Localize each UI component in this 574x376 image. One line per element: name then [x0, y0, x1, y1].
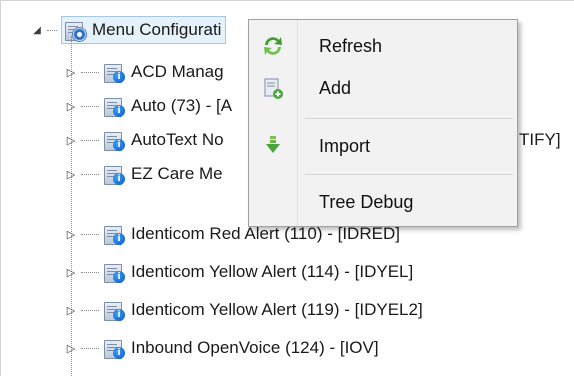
tree-connector — [81, 105, 99, 107]
tree-item-label-tail-text: TIFY] — [519, 130, 561, 149]
refresh-icon — [249, 34, 297, 58]
menu-item-label: Import — [319, 135, 371, 156]
menu-separator — [305, 174, 513, 175]
menu-separator — [305, 118, 513, 119]
info-document-icon: i — [103, 223, 125, 245]
info-document-icon: i — [103, 261, 125, 283]
info-document-icon: i — [103, 129, 125, 151]
tree-item[interactable]: ▷ i EZ Care Me — [65, 159, 223, 189]
info-document-icon: i — [103, 95, 125, 117]
info-document-icon: i — [103, 163, 125, 185]
menu-item-refresh[interactable]: Refresh — [249, 26, 517, 66]
tree-item-label: EZ Care Me — [131, 164, 223, 183]
configuration-gear-icon — [64, 19, 87, 42]
collapsed-arrow-icon[interactable]: ▷ — [65, 168, 77, 181]
tree-connector — [81, 271, 99, 273]
tree-connector — [81, 347, 99, 349]
tree-connector — [47, 29, 57, 31]
tree-root-label: Menu Configurati — [92, 20, 222, 39]
tree-item[interactable]: ▷ i Identicom Yellow Alert (114) - [IDYE… — [65, 257, 413, 287]
collapsed-arrow-icon[interactable]: ▷ — [65, 342, 77, 355]
tree-root-node[interactable]: ◢ Menu Configurati — [31, 15, 227, 45]
context-menu[interactable]: Refresh Add Import Tree Debug — [248, 19, 518, 227]
collapsed-arrow-icon[interactable]: ▷ — [65, 266, 77, 279]
tree-item[interactable]: ▷ i Auto (73) - [A — [65, 91, 232, 121]
tree-item[interactable]: ▷ i ACD Manag — [65, 57, 224, 87]
tree-connector — [81, 139, 99, 141]
collapsed-arrow-icon[interactable]: ▷ — [65, 228, 77, 241]
collapsed-arrow-icon[interactable]: ▷ — [65, 134, 77, 147]
collapsed-arrow-icon[interactable]: ▷ — [65, 304, 77, 317]
menu-item-tree-debug[interactable]: Tree Debug — [249, 182, 517, 222]
tree-item-label: AutoText No — [131, 130, 224, 149]
tree-item-label: Identicom Yellow Alert (114) - [IDYEL] — [131, 262, 414, 281]
tree-item-label: Identicom Yellow Alert (119) - [IDYEL2] — [131, 300, 423, 319]
tree-item-label: ACD Manag — [131, 62, 224, 81]
tree-item[interactable]: ▷ i AutoText No — [65, 125, 224, 155]
menu-item-import[interactable]: Import — [249, 126, 517, 166]
collapsed-arrow-icon[interactable]: ▷ — [65, 66, 77, 79]
menu-configuration-tree[interactable]: ◢ Menu Configurati ▷ i ACD Manag ▷ i Aut… — [0, 0, 574, 376]
info-document-icon: i — [103, 299, 125, 321]
info-document-icon: i — [103, 61, 125, 83]
tree-connector — [81, 71, 99, 73]
menu-item-label: Tree Debug — [319, 191, 414, 212]
tree-vertical-guide — [71, 36, 72, 376]
tree-connector — [81, 309, 99, 311]
add-icon — [249, 76, 297, 100]
tree-item[interactable]: ▷ i Inbound OpenVoice (124) - [IOV] — [65, 333, 379, 363]
tree-item[interactable]: ▷ i Identicom Yellow Alert (119) - [IDYE… — [65, 295, 423, 325]
expanded-arrow-icon[interactable]: ◢ — [31, 24, 43, 36]
info-document-icon: i — [103, 337, 125, 359]
tree-item-label: Auto (73) - [A — [131, 96, 233, 115]
menu-item-add[interactable]: Add — [249, 68, 517, 108]
tree-root-selected[interactable]: Menu Configurati — [61, 16, 227, 44]
menu-item-label: Add — [319, 77, 352, 98]
menu-item-label: Refresh — [319, 35, 383, 56]
tree-item-label: Inbound OpenVoice (124) - [IOV] — [131, 338, 379, 357]
import-icon — [249, 134, 297, 158]
tree-item-label: Identicom Red Alert (110) - [IDRED] — [131, 224, 400, 243]
tree-connector — [81, 233, 99, 235]
tree-connector — [81, 173, 99, 175]
collapsed-arrow-icon[interactable]: ▷ — [65, 100, 77, 113]
tree-item-label-tail: TIFY] — [519, 125, 561, 155]
